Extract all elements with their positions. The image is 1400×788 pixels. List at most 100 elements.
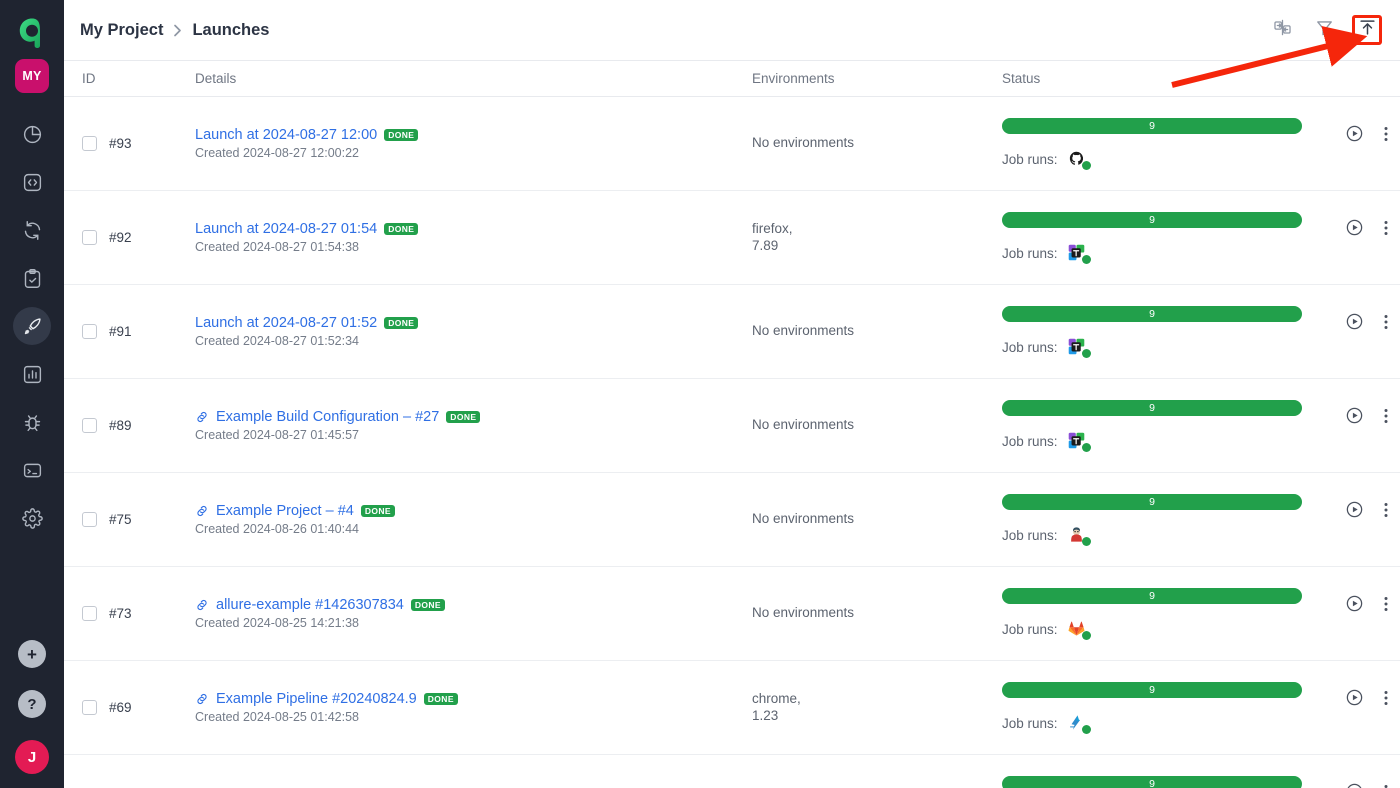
- compare-launches-button[interactable]: [1268, 16, 1296, 44]
- row-id-cell: #75: [82, 512, 195, 527]
- sidebar-item-settings[interactable]: [13, 499, 51, 537]
- row-title-line: Launch at 2024-08-27 01:52 DONE: [195, 315, 752, 331]
- table-row[interactable]: #93 Launch at 2024-08-27 12:00 DONE Created…: [64, 97, 1400, 191]
- rerun-button[interactable]: [1340, 308, 1368, 336]
- rerun-button[interactable]: [1340, 496, 1368, 524]
- row-checkbox[interactable]: [82, 230, 97, 245]
- user-avatar[interactable]: J: [15, 740, 49, 774]
- row-more-menu-button[interactable]: [1372, 590, 1400, 618]
- row-actions: [1340, 306, 1400, 336]
- table-row[interactable]: #75 Example Project – #4 DONE Created 2024-…: [64, 473, 1400, 567]
- rerun-button[interactable]: [1340, 120, 1368, 148]
- status-progress-bar[interactable]: 9: [1002, 775, 1302, 788]
- gitlab-icon[interactable]: [1068, 620, 1091, 640]
- sidebar-item-launches[interactable]: [13, 307, 51, 345]
- row-checkbox[interactable]: [82, 512, 97, 527]
- job-runs-label: Job runs:: [1002, 622, 1058, 637]
- row-title-line: allure-example #1426307834 DONE: [195, 597, 752, 613]
- rerun-button[interactable]: [1340, 214, 1368, 242]
- github-actions-icon[interactable]: [1068, 150, 1091, 170]
- top-bar: My Project Launches: [64, 0, 1400, 61]
- app-logo[interactable]: [13, 13, 51, 51]
- row-details-cell: Launch at 2024-08-27 12:00 DONE Created 20…: [195, 127, 752, 160]
- row-actions: [1340, 682, 1400, 712]
- row-title-link[interactable]: Launch at 2024-08-27 12:00: [195, 127, 377, 143]
- row-status-main: 9 Job runs:: [1002, 587, 1340, 640]
- rerun-button[interactable]: [1340, 684, 1368, 712]
- link-icon: [195, 504, 209, 518]
- breadcrumb-item-project[interactable]: My Project: [80, 21, 163, 40]
- table-row[interactable]: #91 Launch at 2024-08-27 01:52 DONE Created…: [64, 285, 1400, 379]
- sidebar-item-terminal[interactable]: [13, 451, 51, 489]
- row-id-label: #75: [109, 512, 132, 527]
- add-button[interactable]: +: [18, 640, 46, 668]
- sidebar-item-defects[interactable]: [13, 403, 51, 441]
- table-row[interactable]: #69 Example Pipeline #20240824.9 DONE Creat…: [64, 661, 1400, 755]
- left-sidebar: MY + ? J: [0, 0, 64, 788]
- row-checkbox[interactable]: [82, 136, 97, 151]
- row-more-menu-button[interactable]: [1372, 120, 1400, 148]
- row-actions: [1340, 776, 1400, 788]
- row-title-link[interactable]: Launch at 2024-08-27 01:54: [195, 221, 377, 237]
- row-more-menu-button[interactable]: [1372, 402, 1400, 430]
- project-badge[interactable]: MY: [15, 59, 49, 93]
- teamcity-icon[interactable]: [1068, 432, 1091, 452]
- sidebar-item-sync[interactable]: [13, 211, 51, 249]
- status-progress-bar[interactable]: 9: [1002, 117, 1302, 134]
- top-bar-actions: [1268, 15, 1382, 45]
- row-more-menu-button[interactable]: [1372, 214, 1400, 242]
- row-title-link[interactable]: Launch at 2024-08-27 01:52: [195, 315, 377, 331]
- row-environments-cell: No environments: [752, 605, 855, 621]
- row-more-menu-button[interactable]: [1372, 778, 1400, 788]
- column-header-id: ID: [82, 71, 96, 86]
- row-checkbox[interactable]: [82, 606, 97, 621]
- row-created-label: Created 2024-08-27 01:54:38: [195, 240, 360, 254]
- sidebar-nav: [13, 115, 51, 547]
- sidebar-item-code[interactable]: [13, 163, 51, 201]
- help-button[interactable]: ?: [18, 690, 46, 718]
- rerun-button[interactable]: [1340, 402, 1368, 430]
- sidebar-item-dashboard[interactable]: [13, 115, 51, 153]
- row-id-cell: #73: [82, 606, 195, 621]
- row-environments-cell: No environments: [752, 417, 855, 433]
- upload-launch-button[interactable]: [1352, 15, 1382, 45]
- status-progress-bar[interactable]: 9: [1002, 587, 1302, 604]
- teamcity-icon[interactable]: [1068, 338, 1091, 358]
- row-checkbox[interactable]: [82, 324, 97, 339]
- rerun-button[interactable]: [1340, 590, 1368, 618]
- teamcity-icon[interactable]: [1068, 244, 1091, 264]
- row-title-link[interactable]: Example Build Configuration – #27: [216, 409, 439, 425]
- row-more-menu-button[interactable]: [1372, 308, 1400, 336]
- row-title-link[interactable]: Example Project – #4: [216, 503, 354, 519]
- bug-icon: [22, 412, 43, 433]
- row-title-link[interactable]: Example Pipeline #20240824.9: [216, 691, 417, 707]
- row-id-label: #93: [109, 136, 132, 151]
- row-job-runs: Job runs:: [1002, 338, 1334, 358]
- azure-pipelines-icon[interactable]: [1068, 714, 1091, 734]
- filter-launches-button[interactable]: [1310, 16, 1338, 44]
- row-more-menu-button[interactable]: [1372, 684, 1400, 712]
- row-created-label: Created 2024-08-26 01:40:44: [195, 522, 360, 536]
- rerun-button[interactable]: [1340, 778, 1368, 788]
- row-job-runs: Job runs:: [1002, 150, 1334, 170]
- status-progress-bar[interactable]: 9: [1002, 681, 1302, 698]
- sidebar-item-reports[interactable]: [13, 355, 51, 393]
- row-more-menu-button[interactable]: [1372, 496, 1400, 524]
- compare-icon: [1273, 18, 1292, 42]
- table-row[interactable]: #73 allure-example #1426307834 DONE Created…: [64, 567, 1400, 661]
- status-badge: DONE: [384, 128, 419, 142]
- status-progress-bar[interactable]: 9: [1002, 211, 1302, 228]
- table-row[interactable]: #89 Example Build Configuration – #27 DONE…: [64, 379, 1400, 473]
- status-progress-bar[interactable]: 9: [1002, 399, 1302, 416]
- row-checkbox[interactable]: [82, 418, 97, 433]
- jenkins-icon[interactable]: [1068, 526, 1091, 546]
- table-row[interactable]: Example Pipeline #20240824.8DONEchrome,9…: [64, 755, 1400, 788]
- row-title-line: Launch at 2024-08-27 12:00 DONE: [195, 127, 752, 143]
- row-checkbox[interactable]: [82, 700, 97, 715]
- status-progress-bar[interactable]: 9: [1002, 493, 1302, 510]
- sidebar-item-test-plan[interactable]: [13, 259, 51, 297]
- gear-icon: [21, 507, 43, 529]
- row-title-link[interactable]: allure-example #1426307834: [216, 597, 404, 613]
- table-row[interactable]: #92 Launch at 2024-08-27 01:54 DONE Created…: [64, 191, 1400, 285]
- status-progress-bar[interactable]: 9: [1002, 305, 1302, 322]
